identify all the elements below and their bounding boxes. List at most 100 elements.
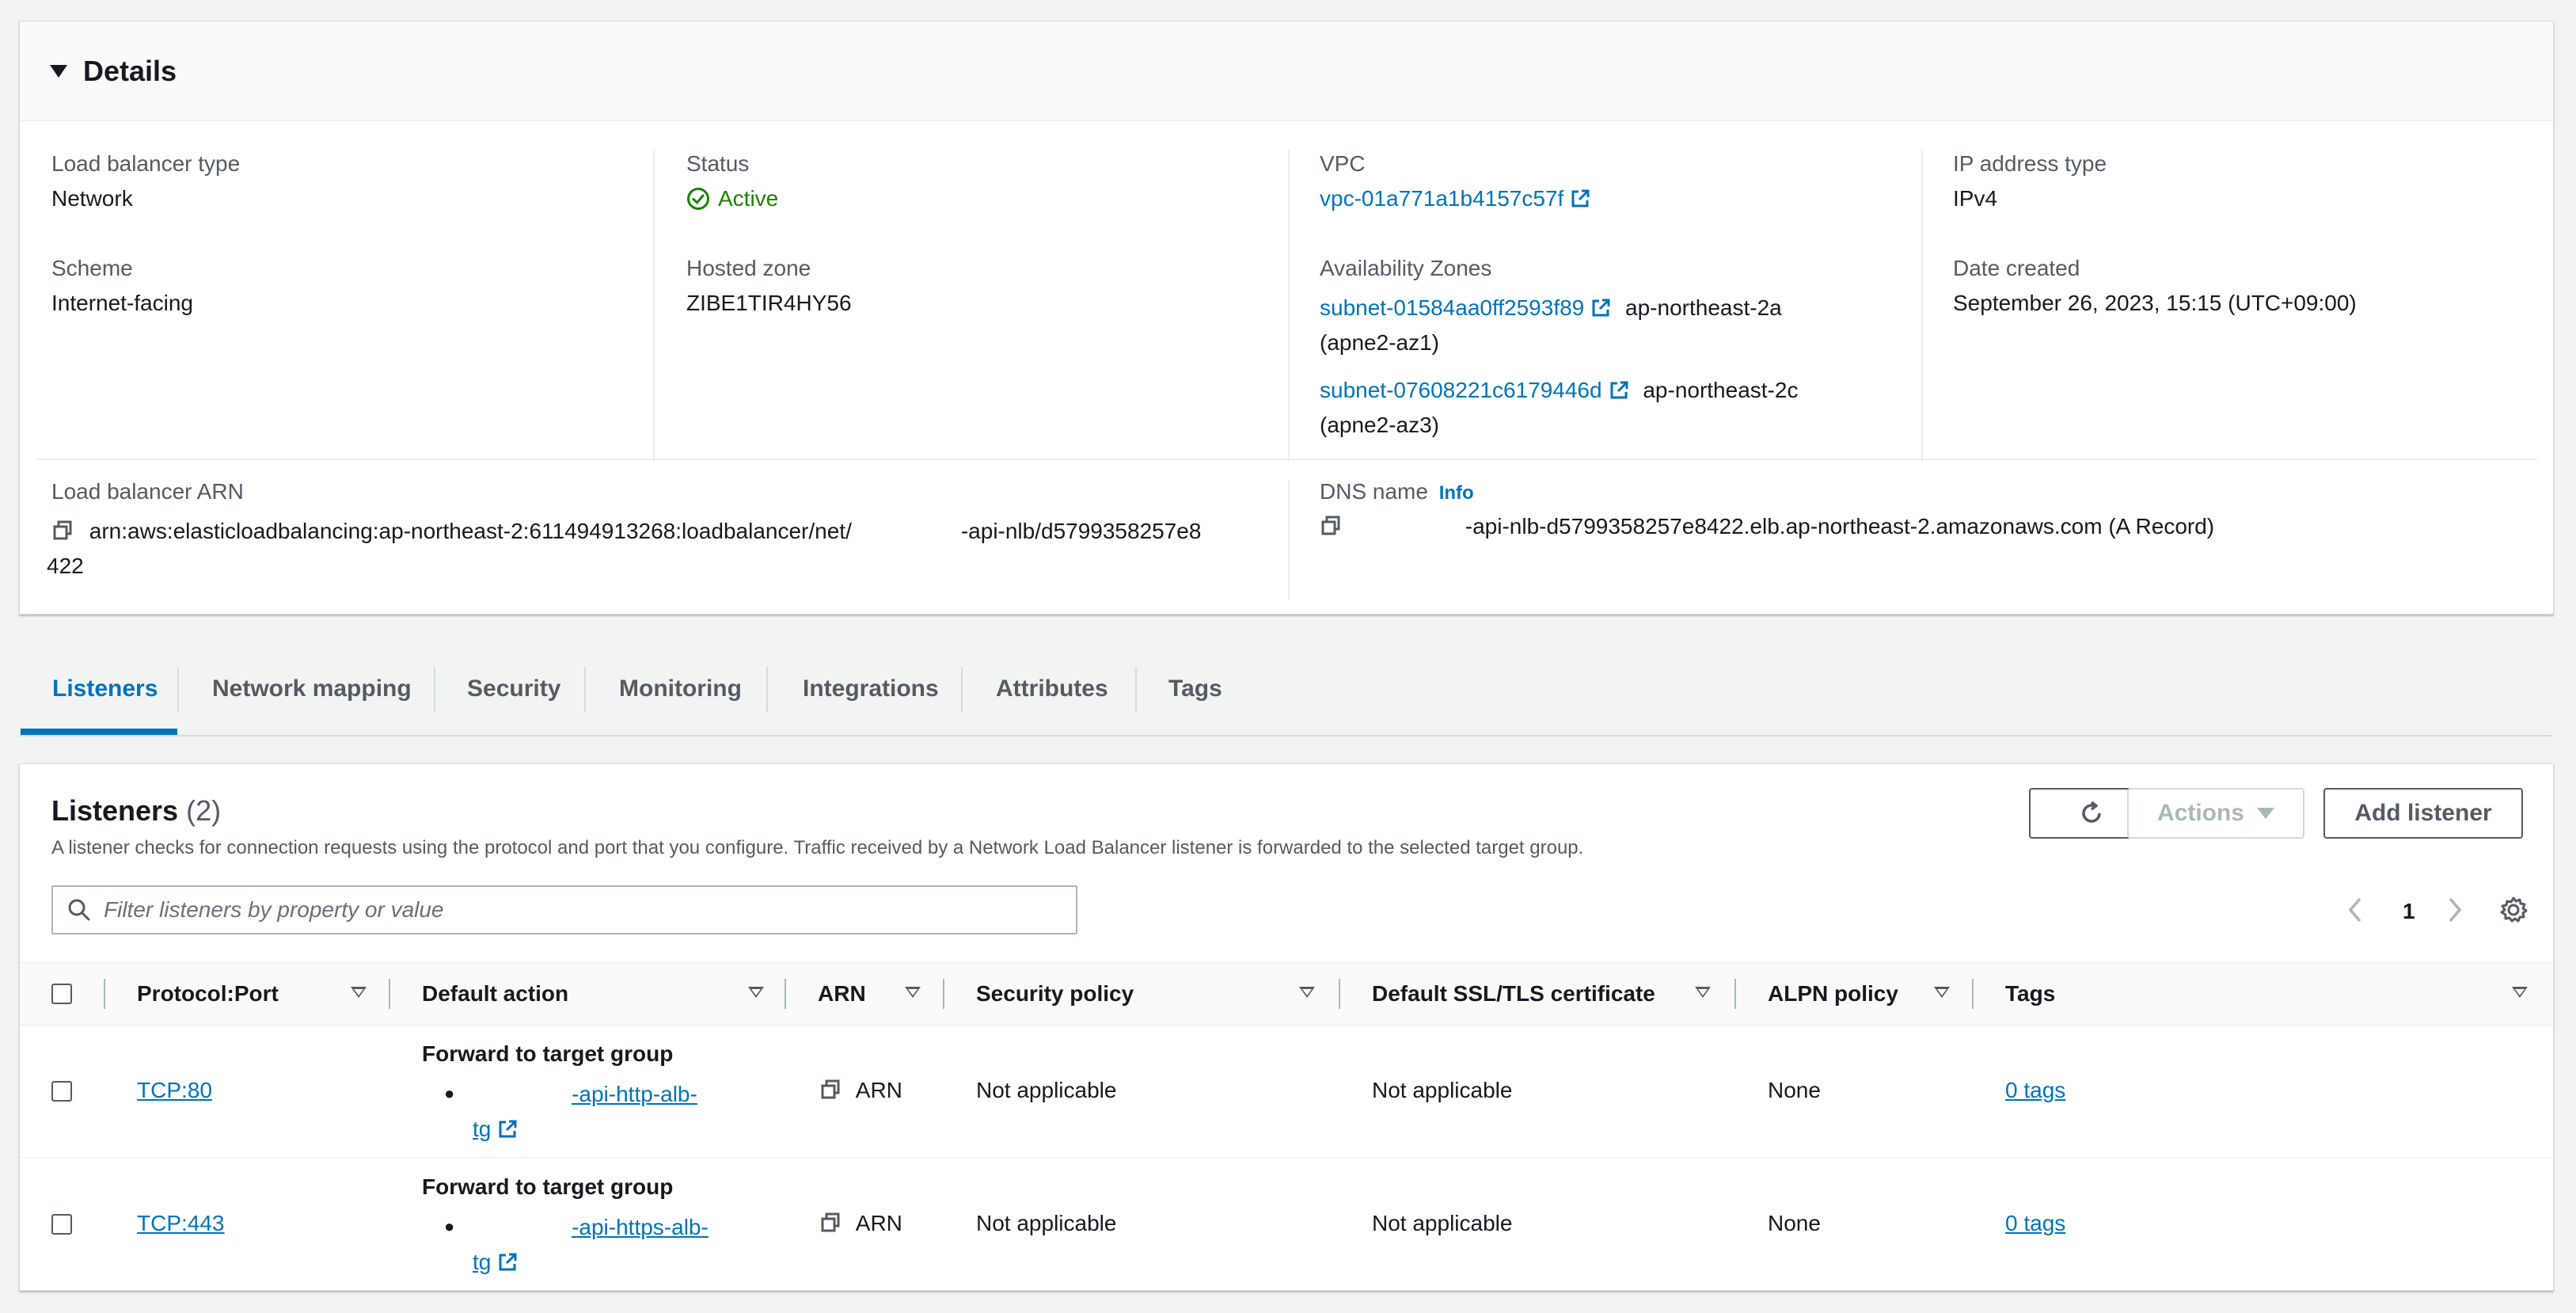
target-group-item: ● -api-http-alb- tg bbox=[444, 1076, 777, 1147]
column-divider bbox=[1339, 979, 1340, 1009]
target-group-link[interactable]: -api-http-alb- bbox=[572, 1082, 697, 1106]
bullet: ● bbox=[444, 1216, 455, 1236]
caret-down-icon bbox=[2257, 808, 2274, 819]
column-divider bbox=[104, 979, 105, 1009]
tags-link[interactable]: 0 tags bbox=[2005, 1078, 2065, 1103]
az-zone-id: (apne2-az3) bbox=[1320, 413, 1439, 437]
column-divider bbox=[1921, 150, 1923, 462]
target-group-link[interactable]: tg bbox=[473, 1250, 491, 1274]
load-balancer-type-label: Load balancer type bbox=[51, 151, 241, 176]
dns-label: DNS name bbox=[1320, 479, 1428, 504]
protocol-port-link[interactable]: TCP:443 bbox=[137, 1211, 225, 1236]
sort-icon[interactable] bbox=[1934, 987, 1950, 998]
table-row[interactable]: TCP:443 Forward to target group ● -api-h… bbox=[20, 1157, 2553, 1290]
actions-dropdown[interactable]: Actions bbox=[2127, 788, 2304, 839]
ip-address-type-value: IPv4 bbox=[1953, 186, 1998, 211]
col-default-action[interactable]: Default action bbox=[422, 963, 568, 1025]
column-divider bbox=[389, 979, 390, 1009]
arn-text-part2: -api-nlb/d5799358257e8 bbox=[960, 519, 1202, 543]
sort-icon[interactable] bbox=[1695, 987, 1711, 998]
copy-icon[interactable] bbox=[1320, 515, 1342, 537]
availability-zones-label: Availability Zones bbox=[1320, 256, 1492, 280]
sort-icon[interactable] bbox=[1299, 987, 1315, 998]
security-policy-cell: Not applicable bbox=[976, 1211, 1117, 1235]
chevron-right-icon[interactable] bbox=[2445, 896, 2464, 924]
listeners-panel: Listeners (2) A listener checks for conn… bbox=[19, 763, 2554, 1291]
tab-separator bbox=[766, 667, 768, 713]
details-header[interactable]: Details bbox=[20, 21, 2553, 121]
date-created-field: Date created September 26, 2023, 15:15 (… bbox=[1953, 256, 2357, 316]
copy-icon[interactable] bbox=[51, 519, 74, 542]
copy-icon[interactable] bbox=[819, 1212, 842, 1234]
tab-attributes[interactable]: Attributes bbox=[996, 643, 1108, 735]
sort-icon[interactable] bbox=[351, 987, 367, 998]
caret-down-icon[interactable] bbox=[50, 64, 67, 78]
filter-search-field[interactable] bbox=[51, 885, 1077, 934]
arn-label: ARN bbox=[855, 1211, 902, 1235]
listeners-heading: Listeners (2) bbox=[51, 794, 221, 828]
arn-text-part3: 422 bbox=[47, 554, 84, 578]
dns-field: DNS name Info -api-nlb-d5799358257e8422.… bbox=[1320, 479, 2539, 539]
row-checkbox[interactable] bbox=[51, 1214, 72, 1235]
tab-separator bbox=[434, 667, 435, 713]
status-field: Status Active bbox=[686, 151, 778, 211]
page-number[interactable]: 1 bbox=[2403, 899, 2415, 924]
column-divider bbox=[653, 150, 655, 462]
col-protocol-port[interactable]: Protocol:Port bbox=[137, 963, 279, 1025]
dns-value: -api-nlb-d5799358257e8422.elb.ap-northea… bbox=[1320, 514, 2539, 539]
details-panel: Details Load balancer type Network Schem… bbox=[19, 21, 2554, 615]
external-link-icon[interactable] bbox=[497, 1119, 518, 1140]
filter-input[interactable] bbox=[102, 896, 1039, 923]
vpc-field: VPC vpc-01a771a1b4157c57f bbox=[1320, 151, 1590, 211]
vpc-link[interactable]: vpc-01a771a1b4157c57f bbox=[1320, 186, 1590, 211]
row-checkbox[interactable] bbox=[51, 1081, 72, 1102]
subnet-link[interactable]: subnet-07608221c6179446d bbox=[1320, 378, 1602, 402]
col-alpn-policy[interactable]: ALPN policy bbox=[1768, 963, 1898, 1025]
tab-tags[interactable]: Tags bbox=[1168, 643, 1222, 735]
active-tab-indicator bbox=[21, 729, 177, 735]
actions-label: Actions bbox=[2156, 800, 2244, 826]
status-value: Active bbox=[686, 186, 778, 211]
tab-listeners[interactable]: Listeners bbox=[52, 643, 158, 735]
select-all-checkbox[interactable] bbox=[51, 984, 72, 1004]
col-security-policy[interactable]: Security policy bbox=[976, 963, 1134, 1025]
vpc-link-text[interactable]: vpc-01a771a1b4157c57f bbox=[1320, 186, 1563, 211]
column-divider bbox=[1288, 481, 1290, 599]
column-divider bbox=[1288, 150, 1290, 462]
refresh-icon bbox=[2082, 801, 2101, 823]
protocol-port-link[interactable]: TCP:80 bbox=[137, 1078, 212, 1103]
az-item: subnet-07608221c6179446d ap-northeast-2c… bbox=[1320, 373, 1905, 443]
col-ssl-certificate[interactable]: Default SSL/TLS certificate bbox=[1372, 963, 1655, 1025]
table-row[interactable]: TCP:80 Forward to target group ● -api-ht… bbox=[20, 1024, 2553, 1158]
default-action-title: Forward to target group bbox=[422, 1041, 674, 1066]
status-text: Active bbox=[718, 186, 779, 211]
target-group-link[interactable]: tg bbox=[473, 1117, 491, 1141]
tags-link[interactable]: 0 tags bbox=[2005, 1211, 2065, 1236]
gear-icon[interactable] bbox=[2499, 896, 2528, 924]
tab-integrations[interactable]: Integrations bbox=[803, 643, 939, 735]
sort-icon[interactable] bbox=[2512, 987, 2528, 998]
tab-monitoring[interactable]: Monitoring bbox=[619, 643, 742, 735]
load-balancer-type-value: Network bbox=[51, 186, 133, 211]
col-arn[interactable]: ARN bbox=[818, 963, 866, 1025]
column-divider bbox=[1734, 979, 1736, 1009]
tab-security[interactable]: Security bbox=[467, 643, 560, 735]
sort-icon[interactable] bbox=[905, 987, 921, 998]
dns-text: -api-nlb-d5799358257e8422.elb.ap-northea… bbox=[1465, 514, 2215, 539]
tab-network-mapping[interactable]: Network mapping bbox=[212, 643, 412, 735]
chevron-left-icon[interactable] bbox=[2346, 896, 2365, 924]
sort-icon[interactable] bbox=[748, 987, 764, 998]
target-group-link[interactable]: -api-https-alb- bbox=[572, 1215, 709, 1239]
tab-separator bbox=[177, 667, 179, 713]
check-circle-icon bbox=[687, 188, 709, 210]
info-link[interactable]: Info bbox=[1439, 482, 1474, 504]
external-link-icon bbox=[1592, 299, 1610, 317]
subnet-link[interactable]: subnet-01584aa0ff2593f89 bbox=[1320, 295, 1584, 320]
certificate-cell: Not applicable bbox=[1372, 1078, 1513, 1102]
col-tags[interactable]: Tags bbox=[2005, 963, 2055, 1025]
add-listener-button[interactable]: Add listener bbox=[2323, 788, 2523, 839]
copy-icon[interactable] bbox=[819, 1079, 842, 1101]
az-zone-id: (apne2-az1) bbox=[1320, 330, 1439, 355]
external-link-icon[interactable] bbox=[497, 1252, 518, 1273]
ip-address-type-label: IP address type bbox=[1953, 151, 2107, 176]
